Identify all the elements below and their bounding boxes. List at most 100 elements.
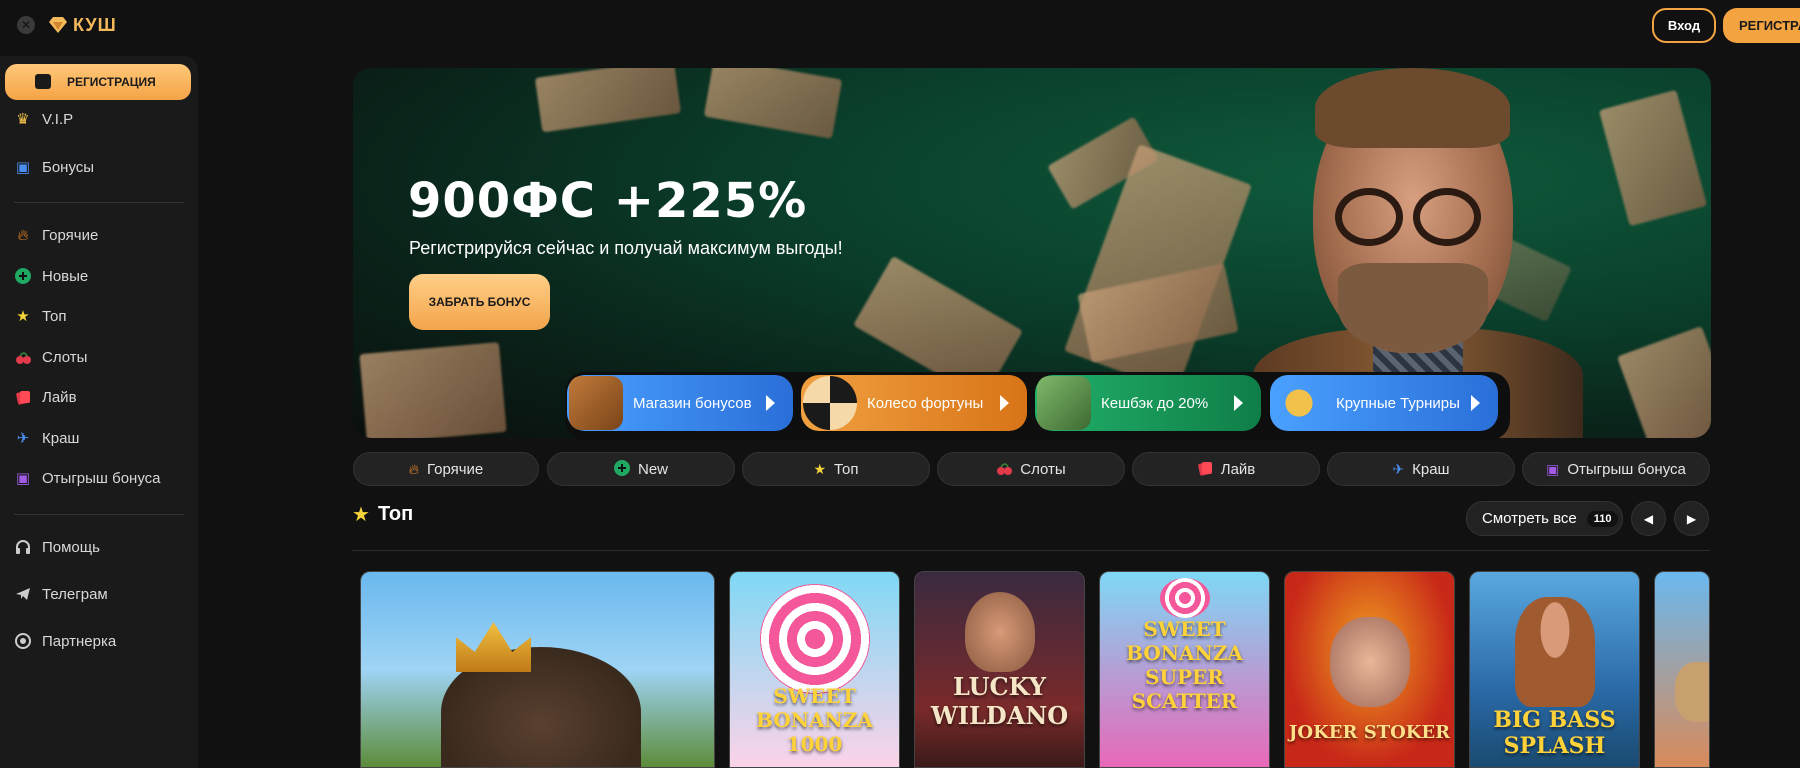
sidebar-item-label: Помощь — [42, 538, 100, 556]
trophy-icon — [1272, 376, 1326, 430]
star-icon: ★ — [16, 308, 30, 325]
cherry-icon — [996, 460, 1013, 479]
page: ✕ КУШ Вход РЕГИСТРАЦИЯ РЕГИСТРАЦИЯ ♛ V.I… — [0, 0, 1800, 768]
gift-icon: ▣ — [15, 470, 31, 487]
sidebar-item-hot[interactable]: 🔥︎ Горячие — [0, 218, 198, 252]
divider — [352, 550, 1710, 551]
treasure-chest-icon — [569, 376, 623, 430]
game-title: BIG BASS SPLASH — [1493, 707, 1616, 759]
see-all-button[interactable]: Смотреть все 110 — [1466, 501, 1623, 536]
sidebar-register-label: РЕГИСТРАЦИЯ — [67, 75, 156, 89]
sidebar-item-top[interactable]: ★ Топ — [0, 299, 198, 333]
promo-label: Крупные Турниры — [1336, 394, 1460, 412]
cards-icon — [1197, 460, 1213, 479]
sidebar-item-bonuses[interactable]: ▣ Бонусы — [0, 150, 198, 184]
partner-icon — [14, 632, 32, 650]
claim-bonus-button[interactable]: ЗАБРАТЬ БОНУС — [409, 274, 550, 330]
sidebar-item-bonus-wager[interactable]: ▣ Отыгрыш бонуса — [0, 461, 198, 495]
promo-label: Магазин бонусов — [633, 394, 752, 412]
sidebar-item-crash[interactable]: ✈ Краш — [0, 421, 198, 455]
sidebar-item-live[interactable]: Лайв — [0, 380, 198, 414]
see-all-label: Смотреть все — [1482, 510, 1577, 527]
plane-icon: ✈ — [1392, 460, 1405, 477]
game-card[interactable]: LUCKY WILDANO — [914, 571, 1085, 768]
category-crash[interactable]: ✈ Краш — [1327, 452, 1515, 486]
category-hot[interactable]: 🔥︎ Горячие — [353, 452, 539, 486]
arrow-right-icon — [1471, 395, 1480, 411]
category-slots[interactable]: Слоты — [937, 452, 1125, 486]
game-card[interactable]: SWEET BONANZA 1000 — [729, 571, 900, 768]
sidebar-item-telegram[interactable]: Телеграм — [0, 577, 198, 611]
sidebar-item-partner[interactable]: Партнерка — [0, 624, 198, 658]
telegram-icon — [14, 585, 32, 603]
sidebar-item-label: Краш — [42, 429, 80, 447]
crown-icon: ♛ — [16, 111, 30, 128]
gift-icon: ▣ — [1546, 460, 1560, 477]
next-button[interactable]: ▶ — [1674, 501, 1709, 536]
candy-icon — [1160, 578, 1210, 618]
sidebar-item-label: Топ — [42, 307, 67, 325]
game-title: SWEET BONANZA SUPER SCATTER — [1126, 617, 1243, 713]
promo-cashback[interactable]: Кешбэк до 20% — [1035, 375, 1261, 431]
logo[interactable]: КУШ — [47, 12, 117, 38]
section-title: ★ Топ — [352, 502, 413, 527]
banknote-image — [1616, 325, 1711, 438]
category-live[interactable]: Лайв — [1132, 452, 1320, 486]
prev-button[interactable]: ◀ — [1631, 501, 1666, 536]
register-button[interactable]: РЕГИСТРАЦИЯ — [1723, 8, 1800, 43]
sidebar-register-button[interactable]: РЕГИСТРАЦИЯ — [5, 64, 191, 100]
banknote-image — [534, 68, 682, 133]
chevron-right-icon: ▶ — [1686, 511, 1697, 526]
promo-fortune-wheel[interactable]: Колесо фортуны — [801, 375, 1027, 431]
gift-icon: ▣ — [15, 159, 31, 176]
sidebar-item-label: Телеграм — [42, 585, 108, 603]
promo-tournaments[interactable]: Крупные Турниры — [1270, 375, 1498, 431]
arrow-right-icon — [766, 395, 775, 411]
category-label: Краш — [1412, 460, 1450, 478]
gift-icon — [35, 74, 51, 89]
game-title: LUCKY WILDANO — [930, 672, 1069, 730]
banknote-image — [1598, 89, 1708, 227]
category-label: Горячие — [426, 460, 484, 478]
sidebar-item-new[interactable]: Новые — [0, 259, 198, 293]
game-card[interactable]: BIG BASS SPLASH — [1469, 571, 1640, 768]
arrow-right-icon — [1234, 395, 1243, 411]
category-new[interactable]: New — [547, 452, 735, 486]
login-button[interactable]: Вход — [1652, 8, 1716, 43]
divider — [14, 514, 184, 515]
sidebar-item-label: Партнерка — [42, 632, 117, 650]
sidebar-item-label: Лайв — [42, 388, 77, 406]
game-card[interactable]: SWEET BONANZA SUPER SCATTER — [1099, 571, 1270, 768]
logo-text: КУШ — [73, 14, 117, 35]
diamond-icon — [49, 17, 67, 33]
lollipop-icon — [760, 584, 870, 694]
chevron-left-icon: ◀ — [1643, 511, 1654, 526]
sidebar-item-label: Отыгрыш бонуса — [42, 469, 161, 487]
arrow-right-icon — [1000, 395, 1009, 411]
wheel-icon — [803, 376, 857, 430]
game-card[interactable] — [360, 571, 715, 768]
banknote-image — [703, 68, 843, 139]
plus-circle-icon — [613, 459, 630, 479]
category-label: Лайв — [1220, 460, 1256, 478]
sidebar-item-label: Новые — [42, 267, 89, 285]
sidebar-item-vip[interactable]: ♛ V.I.P — [0, 102, 198, 136]
category-bonus-wager[interactable]: ▣ Отыгрыш бонуса — [1522, 452, 1710, 486]
star-icon: ★ — [352, 504, 370, 526]
cherry-icon — [14, 348, 32, 366]
game-card[interactable] — [1654, 571, 1710, 768]
game-art — [1675, 662, 1709, 722]
plane-icon: ✈ — [16, 430, 30, 447]
category-label: Топ — [834, 460, 859, 478]
category-label: Отыгрыш бонуса — [1567, 460, 1686, 478]
money-stack-icon — [1037, 376, 1091, 430]
sidebar-item-help[interactable]: Помощь — [0, 530, 198, 564]
sidebar-item-slots[interactable]: Слоты — [0, 340, 198, 374]
fire-icon: 🔥︎ — [17, 226, 29, 244]
promo-bonus-shop[interactable]: Магазин бонусов — [567, 375, 793, 431]
fisherman-art — [1515, 597, 1595, 707]
banner-title: 900ФС +225% — [408, 173, 808, 229]
category-top[interactable]: ★ Топ — [742, 452, 930, 486]
game-card[interactable]: JOKER STOKER — [1284, 571, 1455, 768]
close-icon[interactable]: ✕ — [17, 16, 35, 34]
